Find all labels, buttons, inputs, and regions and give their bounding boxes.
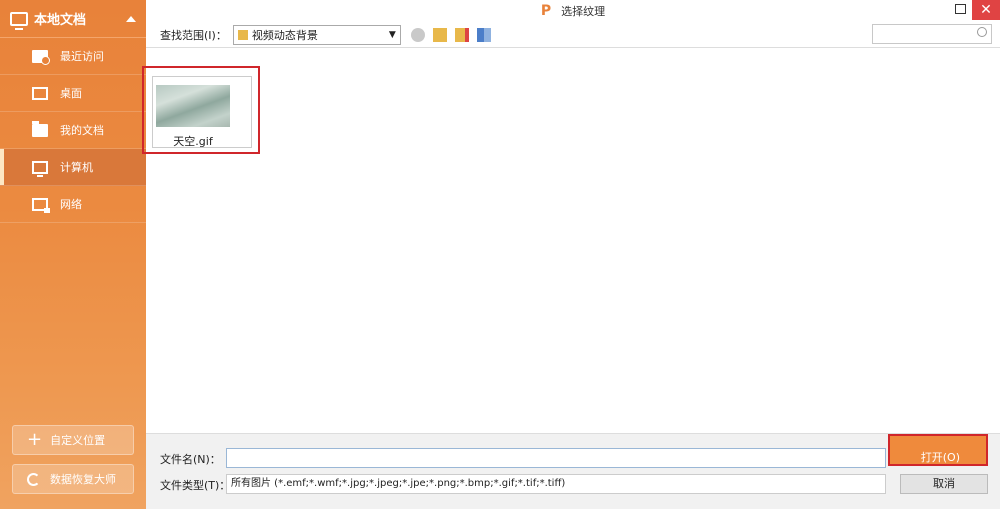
collapse-caret-icon[interactable] xyxy=(126,15,136,22)
maximize-icon[interactable] xyxy=(955,4,966,14)
app-logo-icon: P xyxy=(540,3,552,19)
sidebar-title: 本地文档 xyxy=(34,13,87,28)
filename-label: 文件名(N)： xyxy=(160,453,221,466)
sidebar-item-label: 我的文档 xyxy=(60,124,104,137)
dialog-title: 选择纹理 xyxy=(561,5,606,18)
sidebar-item-my-documents[interactable]: 我的文档 xyxy=(0,112,146,149)
open-button[interactable]: 打开(O) xyxy=(888,434,988,466)
bottom-panel: 文件名(N)： 文件类型(T)： 所有图片 (*.emf;*.wmf;*.jpg… xyxy=(146,433,1000,509)
filetype-dropdown[interactable]: 所有图片 (*.emf;*.wmf;*.jpg;*.jpeg;*.jpe;*.p… xyxy=(226,474,886,494)
look-in-dropdown[interactable]: 视频动态背景 ▼ xyxy=(232,24,401,45)
current-folder: 视频动态背景 xyxy=(251,28,318,42)
look-in-label: 查找范围(I)： xyxy=(160,28,227,42)
search-input[interactable] xyxy=(872,24,992,44)
file-item[interactable]: 天空.gif xyxy=(152,76,252,148)
filename-field[interactable] xyxy=(226,448,886,468)
sidebar-item-desktop[interactable]: 桌面 xyxy=(0,75,146,112)
custom-location-button[interactable]: + 自定义位置 xyxy=(12,425,134,455)
search-icon xyxy=(977,27,987,37)
plus-icon: + xyxy=(27,429,43,450)
sidebar-item-recent[interactable]: 最近访问 xyxy=(0,38,146,75)
custom-location-label: 自定义位置 xyxy=(50,434,106,447)
back-icon[interactable] xyxy=(410,27,425,42)
chevron-down-icon: ▼ xyxy=(388,29,396,40)
data-recovery-label: 数据恢复大师 xyxy=(50,473,116,486)
sidebar-item-label: 最近访问 xyxy=(60,50,104,63)
folder-icon xyxy=(32,120,48,137)
toolbar: 查找范围(I)： 视频动态背景 ▼ xyxy=(146,22,1000,48)
computer-icon xyxy=(10,11,28,30)
network-icon xyxy=(32,197,50,213)
filetype-label: 文件类型(T)： xyxy=(160,479,231,492)
recovery-icon xyxy=(27,472,40,486)
file-thumbnail xyxy=(156,85,230,127)
sidebar-item-label: 网络 xyxy=(60,198,82,211)
folder-icon xyxy=(237,29,248,40)
sidebar: 本地文档 最近访问 桌面 我的文档 计算机 网络 + 自定义位置 数据恢复大师 xyxy=(0,0,146,509)
view-menu-icon[interactable] xyxy=(476,27,491,42)
data-recovery-button[interactable]: 数据恢复大师 xyxy=(12,464,134,494)
sidebar-item-label: 桌面 xyxy=(60,87,82,100)
up-folder-icon[interactable] xyxy=(432,27,447,42)
file-name: 天空.gif xyxy=(173,135,213,148)
new-folder-icon[interactable] xyxy=(454,27,469,42)
file-list: 天空.gif xyxy=(142,48,1000,433)
sidebar-header[interactable]: 本地文档 xyxy=(0,0,146,38)
cancel-button[interactable]: 取消 xyxy=(900,474,988,494)
desktop-icon xyxy=(32,86,48,100)
close-button[interactable]: ✕ xyxy=(972,0,1000,20)
recent-folder-icon xyxy=(32,49,50,65)
sidebar-item-computer[interactable]: 计算机 xyxy=(0,149,146,186)
sidebar-item-network[interactable]: 网络 xyxy=(0,186,146,223)
sidebar-item-label: 计算机 xyxy=(60,161,93,174)
title-bar: P 选择纹理 ✕ xyxy=(146,0,1000,22)
computer-icon xyxy=(32,160,48,177)
